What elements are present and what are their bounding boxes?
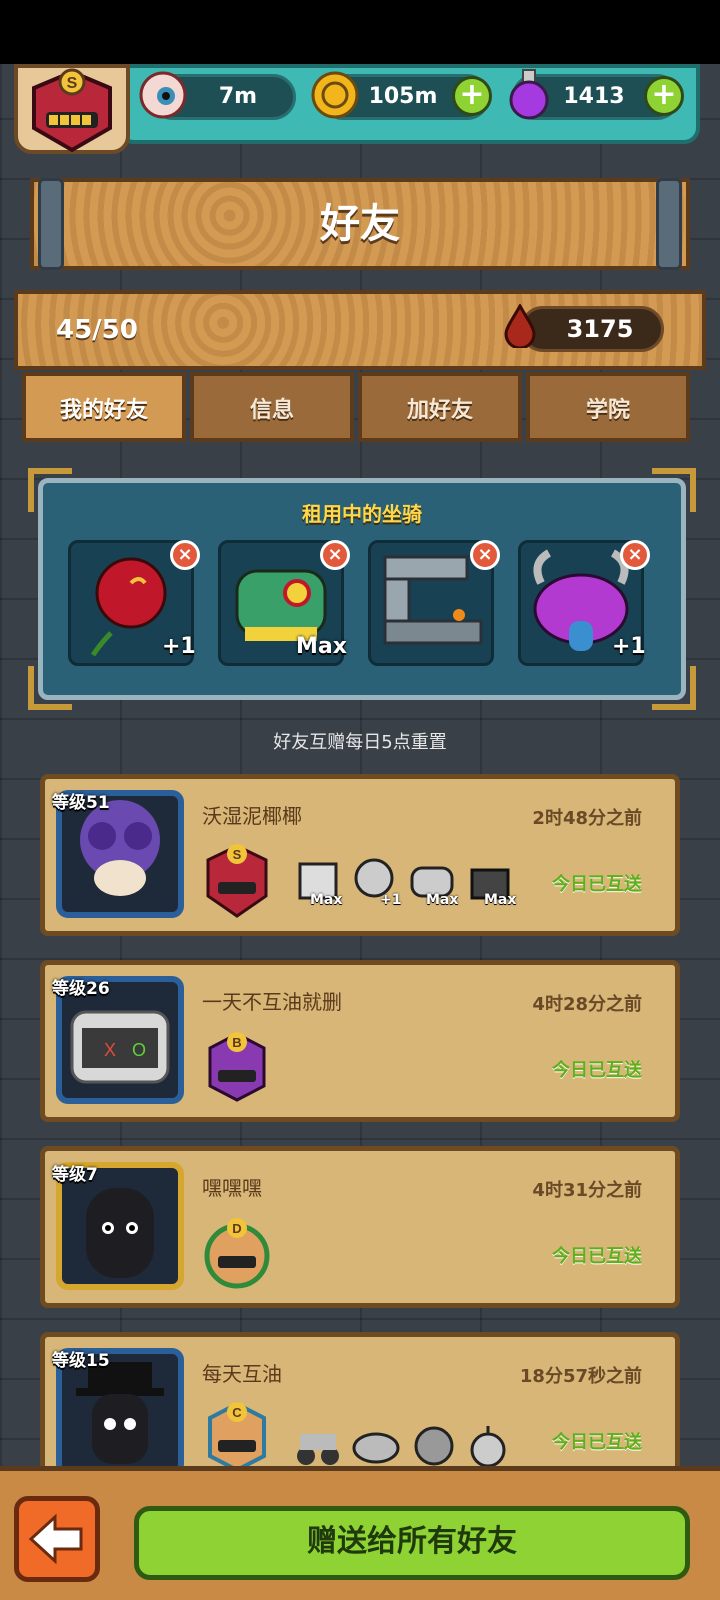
friend-level: 等级15 [52, 1351, 110, 1371]
arrow-left-icon [28, 1513, 83, 1565]
friend-name: 嘿嘿嘿 [202, 1176, 262, 1200]
friend-level: 等级26 [52, 979, 110, 999]
add-coin-button[interactable]: + [452, 76, 492, 116]
friend-last-seen: 18分57秒之前 [519, 1366, 642, 1387]
friend-rank-letter: B [232, 1035, 241, 1050]
friend-mount-badge: Max [310, 892, 343, 908]
oil-drop-icon [502, 302, 538, 350]
mount-2-badge: Max [296, 634, 347, 659]
friend-gift-status: 今日已互送 [552, 874, 642, 895]
coin-icon [310, 70, 360, 120]
tab-my-friends[interactable]: 我的好友 [22, 372, 186, 442]
potion-icon [504, 66, 554, 122]
mount-4-badge: +1 [612, 634, 646, 659]
tab-messages[interactable]: 信息 [190, 372, 354, 442]
potion-value: 1413 [563, 84, 625, 109]
friend-count: 45/50 [56, 315, 138, 345]
panel-corner [652, 666, 696, 710]
friend-mount-icon [292, 1420, 344, 1470]
friend-name: 一天不互油就删 [202, 990, 342, 1014]
add-potion-button[interactable]: + [644, 76, 684, 116]
panel-corner [28, 666, 72, 710]
daily-reset-note: 好友互赠每日5点重置 [273, 732, 447, 753]
friend-gift-status: 今日已互送 [552, 1060, 642, 1081]
friend-rank-badge: D [202, 1212, 272, 1292]
friend-mount-badge: +1 [380, 892, 402, 908]
status-bar [0, 0, 720, 64]
player-rank-badge[interactable]: S [14, 64, 130, 154]
eye-icon [138, 70, 188, 120]
remove-mount-3-button[interactable]: × [470, 540, 500, 570]
friend-level: 等级7 [52, 1165, 98, 1185]
friend-rank-letter: S [233, 847, 242, 862]
send-to-all-friends-button[interactable]: 赠送给所有好友 [134, 1506, 690, 1580]
page-title: 好友 [320, 201, 400, 247]
svg-text:O: O [132, 1040, 146, 1060]
friend-mount-badge: Max [426, 892, 459, 908]
oil-total: 3175 [566, 315, 634, 343]
friend-gift-status: 今日已互送 [552, 1432, 642, 1453]
friend-mount-icon [350, 1420, 402, 1470]
player-rank-letter: S [67, 75, 78, 92]
friend-name: 沃湿泥椰椰 [202, 804, 302, 828]
friend-gift-status: 今日已互送 [552, 1246, 642, 1267]
friend-mount-icon [462, 1420, 514, 1470]
friend-level: 等级51 [52, 793, 110, 813]
remove-mount-1-button[interactable]: × [170, 540, 200, 570]
friend-rank-letter: C [232, 1405, 242, 1420]
friend-name: 每天互油 [202, 1362, 282, 1386]
tab-add-friend[interactable]: 加好友 [358, 372, 522, 442]
friend-rank-letter: D [232, 1221, 241, 1236]
rented-mounts-title: 租用中的坐骑 [302, 502, 422, 526]
friend-last-seen: 4时31分之前 [532, 1180, 642, 1201]
friend-last-seen: 4时28分之前 [532, 994, 642, 1015]
remove-mount-2-button[interactable]: × [320, 540, 350, 570]
coin-value: 105m [368, 84, 438, 109]
eye-value: 7m [218, 84, 258, 109]
friend-mount-icon [408, 1420, 460, 1470]
tab-academy[interactable]: 学院 [526, 372, 690, 442]
mount-1-badge: +1 [162, 634, 196, 659]
friend-mount-badge: Max [484, 892, 517, 908]
svg-text:X: X [104, 1040, 116, 1060]
friend-last-seen: 2时48分之前 [532, 808, 642, 829]
remove-mount-4-button[interactable]: × [620, 540, 650, 570]
friend-rank-badge: C [202, 1396, 272, 1476]
back-button[interactable] [14, 1496, 100, 1582]
friend-rank-badge: B [202, 1026, 272, 1106]
friend-rank-badge: S [202, 840, 272, 920]
